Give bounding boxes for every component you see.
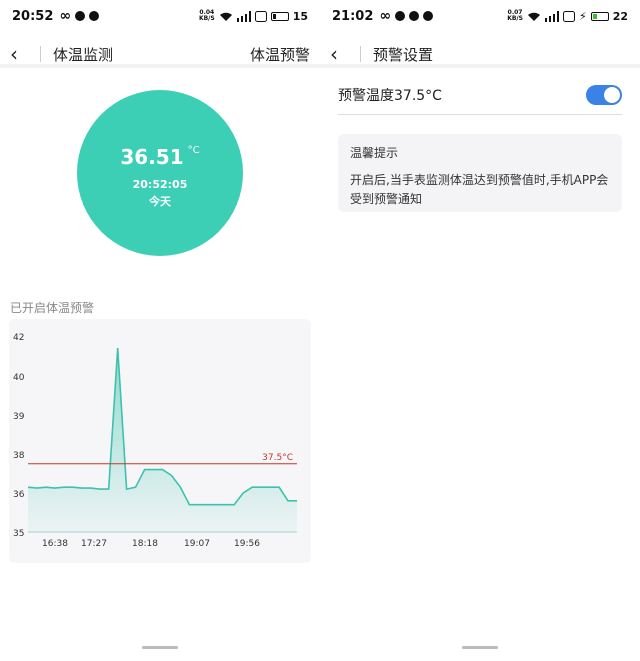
- x-tick-label: 17:27: [81, 539, 107, 549]
- status-time: 21:02: [332, 8, 374, 24]
- wifi-icon: [219, 12, 232, 21]
- y-tick-label: 35: [13, 529, 24, 539]
- home-indicator[interactable]: [462, 646, 498, 649]
- alert-toggle[interactable]: [586, 85, 622, 105]
- tip-title: 温馨提示: [350, 146, 399, 160]
- temperature-unit: °C: [187, 145, 200, 156]
- x-tick-label: 19:56: [234, 539, 260, 549]
- reading-day: 今天: [149, 195, 171, 208]
- wifi-icon: [527, 12, 540, 21]
- signal-icon: [544, 10, 559, 22]
- battery-icon: [590, 11, 609, 21]
- temperature-chart-svg: 42 40 39 38 36 35 37.5°C 16:38 17:27 18:18 19:07 19…: [13, 333, 297, 549]
- charging-icon: ⚡: [578, 9, 587, 23]
- signal-icon: [236, 10, 251, 22]
- back-arrow-icon[interactable]: ‹: [330, 42, 354, 66]
- current-temperature: 36.51: [120, 145, 184, 169]
- y-tick-label: 39: [13, 412, 25, 422]
- series-area: [28, 348, 297, 532]
- alert-settings-screen: 21:02 ∞ 0.07 KB/S ⚡ 22 ‹ 预警设置 预警温度37.5°C…: [320, 0, 640, 661]
- tip-card: 温馨提示 开启后,当手表监测体温达到预警值时,手机APP会受到预警通知: [338, 134, 622, 212]
- back-arrow-icon[interactable]: ‹: [10, 42, 34, 66]
- hd-icon: [254, 10, 267, 22]
- battery-level: 15: [292, 9, 308, 23]
- alert-temperature-label: 预警温度37.5°C: [338, 88, 442, 104]
- x-tick-label: 19:07: [184, 539, 210, 549]
- y-tick-label: 42: [13, 333, 24, 343]
- network-speed: 0.04 KB/S: [198, 9, 215, 22]
- network-speed: 0.07 KB/S: [507, 9, 523, 22]
- status-time: 20:52: [12, 8, 54, 24]
- location-icon: [423, 11, 434, 21]
- notification-icons: ∞: [59, 8, 100, 24]
- app-icon: [409, 11, 420, 21]
- circle-icon: [75, 11, 86, 21]
- x-tick-label: 16:38: [42, 539, 68, 549]
- status-bar: 21:02 ∞ 0.07 KB/S ⚡ 22: [320, 0, 640, 32]
- home-indicator[interactable]: [142, 646, 178, 649]
- y-tick-label: 36: [13, 490, 25, 500]
- battery-icon: [270, 11, 289, 21]
- temperature-reading-circle: 36.51 °C 20:52:05 今天: [77, 90, 243, 256]
- alert-enabled-label: 已开启体温预警: [10, 301, 95, 315]
- header-divider: [0, 64, 320, 68]
- x-tick-label: 18:18: [132, 539, 158, 549]
- page-title: 预警设置: [373, 45, 434, 64]
- header-divider: [320, 64, 640, 68]
- y-tick-label: 40: [13, 373, 25, 383]
- app-icon: [89, 11, 100, 21]
- temperature-chart: 42 40 39 38 36 35 37.5°C 16:38 17:27 18:18 19:07 19…: [9, 319, 311, 563]
- temperature-alert-link[interactable]: 体温预警: [250, 44, 310, 65]
- nav-divider: [40, 46, 41, 62]
- y-tick-label: 38: [13, 451, 25, 461]
- tip-body: 开启后,当手表监测体温达到预警值时,手机APP会受到预警通知: [350, 173, 609, 206]
- notification-icons: ∞: [379, 8, 434, 24]
- reading-time: 20:52:05: [132, 178, 188, 191]
- threshold-label: 37.5°C: [262, 453, 293, 463]
- circle-icon: [395, 11, 406, 21]
- infinity-icon: ∞: [379, 8, 392, 24]
- battery-level: 22: [612, 9, 628, 23]
- hd-icon: [562, 10, 575, 22]
- page-title: 体温监测: [53, 45, 114, 64]
- status-bar: 20:52 ∞ 0.04 KB/S 15: [0, 0, 320, 32]
- toggle-knob: [604, 87, 620, 103]
- alert-temperature-setting: 预警温度37.5°C: [338, 76, 622, 115]
- infinity-icon: ∞: [59, 8, 72, 24]
- temperature-monitor-screen: 20:52 ∞ 0.04 KB/S 15 ‹ 体温监测 体温预警 36.51 °…: [0, 0, 320, 661]
- nav-bar: ‹ 预警设置: [320, 32, 640, 76]
- nav-divider: [360, 46, 361, 62]
- nav-bar: ‹ 体温监测 体温预警: [0, 32, 320, 76]
